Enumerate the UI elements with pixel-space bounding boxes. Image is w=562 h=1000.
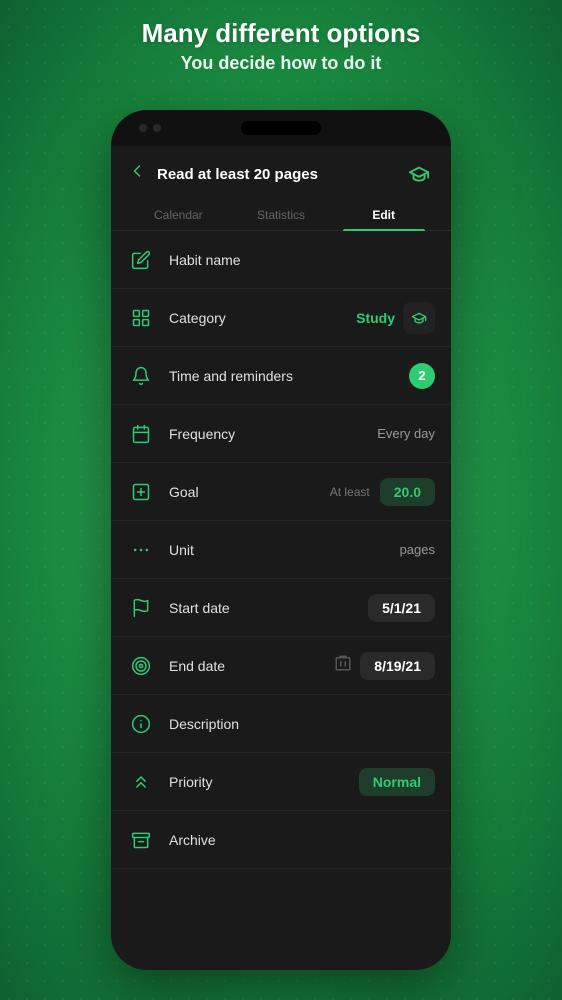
setting-row-archive[interactable]: Archive bbox=[111, 811, 451, 869]
habit-name-label: Habit name bbox=[169, 252, 435, 268]
header-subtitle: You decide how to do it bbox=[0, 53, 562, 74]
archive-icon bbox=[127, 826, 155, 854]
setting-row-goal[interactable]: Goal At least 20.0 bbox=[111, 463, 451, 521]
description-label: Description bbox=[169, 716, 435, 732]
bell-icon bbox=[127, 362, 155, 390]
edit-icon bbox=[127, 246, 155, 274]
target-icon bbox=[127, 652, 155, 680]
category-icon-box bbox=[403, 302, 435, 334]
calendar-icon bbox=[127, 420, 155, 448]
end-date-label: End date bbox=[169, 658, 334, 674]
start-date-value: 5/1/21 bbox=[368, 594, 435, 622]
info-icon bbox=[127, 710, 155, 738]
camera-dots bbox=[139, 124, 161, 132]
phone-frame: Read at least 20 pages Calendar Statisti… bbox=[111, 110, 451, 970]
page-title: Read at least 20 pages bbox=[157, 166, 403, 183]
frequency-value: Every day bbox=[377, 426, 435, 441]
settings-list: Habit name Category Study bbox=[111, 231, 451, 965]
setting-row-description[interactable]: Description bbox=[111, 695, 451, 753]
flag-icon bbox=[127, 594, 155, 622]
phone-notch bbox=[241, 121, 321, 135]
phone-topbar bbox=[111, 110, 451, 146]
camera-dot-1 bbox=[139, 124, 147, 132]
unit-icon bbox=[127, 536, 155, 564]
setting-row-category[interactable]: Category Study bbox=[111, 289, 451, 347]
goal-value: 20.0 bbox=[380, 478, 435, 506]
category-icon-button[interactable] bbox=[403, 158, 435, 190]
unit-label: Unit bbox=[169, 542, 400, 558]
category-value: Study bbox=[356, 310, 395, 326]
goal-label: Goal bbox=[169, 484, 330, 500]
time-reminders-label: Time and reminders bbox=[169, 368, 409, 384]
back-button[interactable] bbox=[127, 161, 147, 187]
end-date-value: 8/19/21 bbox=[360, 652, 435, 680]
tabs-bar: Calendar Statistics Edit bbox=[111, 198, 451, 231]
header-title: Many different options bbox=[0, 18, 562, 49]
category-label: Category bbox=[169, 310, 356, 326]
reminders-badge: 2 bbox=[409, 363, 435, 389]
priority-icon bbox=[127, 768, 155, 796]
frequency-label: Frequency bbox=[169, 426, 377, 442]
camera-dot-2 bbox=[153, 124, 161, 132]
tab-edit[interactable]: Edit bbox=[332, 198, 435, 230]
unit-value: pages bbox=[400, 542, 435, 557]
phone-screen: Read at least 20 pages Calendar Statisti… bbox=[111, 146, 451, 970]
priority-value: Normal bbox=[359, 768, 435, 796]
trash-icon[interactable] bbox=[334, 654, 352, 677]
goal-sublabel: At least bbox=[330, 485, 370, 499]
setting-row-habit-name[interactable]: Habit name bbox=[111, 231, 451, 289]
setting-row-end-date[interactable]: End date 8/19/21 bbox=[111, 637, 451, 695]
setting-row-priority[interactable]: Priority Normal bbox=[111, 753, 451, 811]
setting-row-start-date[interactable]: Start date 5/1/21 bbox=[111, 579, 451, 637]
category-icon bbox=[127, 304, 155, 332]
start-date-label: Start date bbox=[169, 600, 368, 616]
goal-icon bbox=[127, 478, 155, 506]
setting-row-unit[interactable]: Unit pages bbox=[111, 521, 451, 579]
setting-row-frequency[interactable]: Frequency Every day bbox=[111, 405, 451, 463]
tab-statistics[interactable]: Statistics bbox=[230, 198, 333, 230]
archive-label: Archive bbox=[169, 832, 435, 848]
setting-row-time-reminders[interactable]: Time and reminders 2 bbox=[111, 347, 451, 405]
header-area: Many different options You decide how to… bbox=[0, 18, 562, 74]
app-bar: Read at least 20 pages bbox=[111, 146, 451, 198]
priority-label: Priority bbox=[169, 774, 359, 790]
tab-calendar[interactable]: Calendar bbox=[127, 198, 230, 230]
